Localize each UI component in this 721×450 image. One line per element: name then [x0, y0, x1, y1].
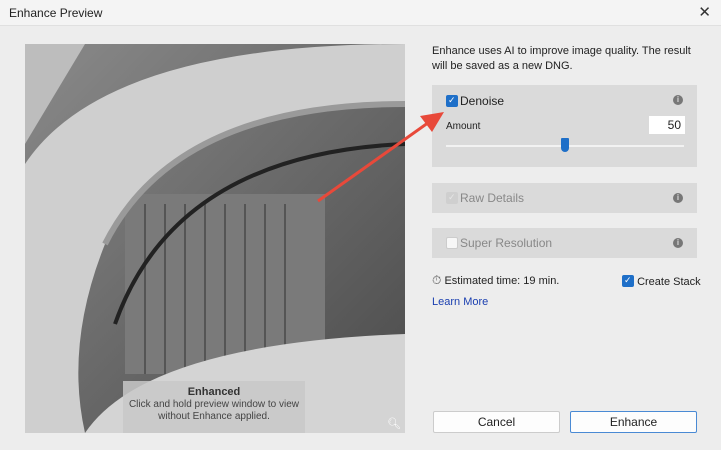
annotation-arrow — [317, 112, 444, 203]
